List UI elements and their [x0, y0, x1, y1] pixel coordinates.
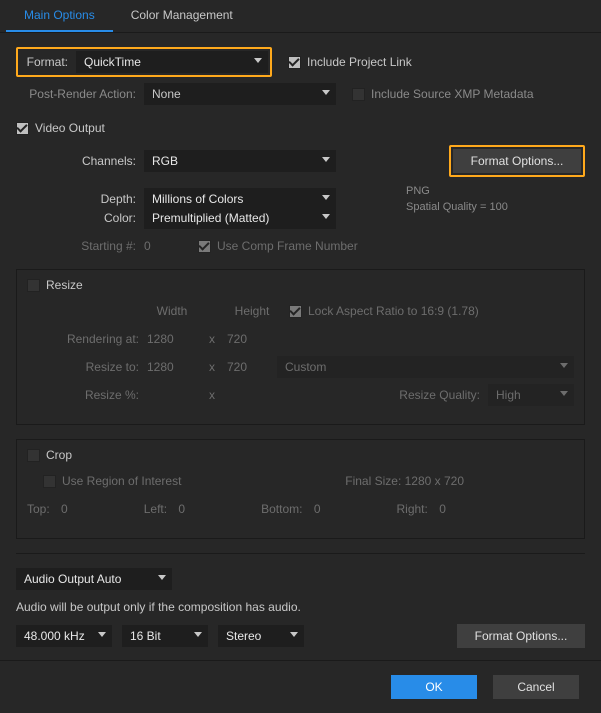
- format-highlight: Format: QuickTime: [16, 47, 272, 77]
- chevron-down-icon: [98, 632, 106, 637]
- format-label: Format:: [20, 55, 76, 69]
- resize-width: 1280: [147, 360, 197, 374]
- audio-rate-value: 48.000 kHz: [24, 629, 85, 643]
- resize-title: Resize: [46, 278, 83, 292]
- codec-info: PNG Spatial Quality = 100: [406, 183, 508, 215]
- output-module-settings: Main Options Color Management Format: Qu…: [0, 0, 601, 713]
- final-size: Final Size: 1280 x 720: [345, 474, 464, 488]
- chevron-down-icon: [194, 632, 202, 637]
- ok-button[interactable]: OK: [391, 675, 477, 699]
- resize-preset-value: Custom: [285, 360, 326, 374]
- crop-left-label: Left:: [144, 502, 175, 516]
- post-render-label: Post-Render Action:: [16, 87, 144, 101]
- resize-to-label: Resize to:: [27, 360, 147, 374]
- color-dropdown[interactable]: Premultiplied (Matted): [144, 207, 336, 229]
- channels-dropdown[interactable]: RGB: [144, 150, 336, 172]
- x-label: x: [197, 332, 227, 346]
- tab-bar: Main Options Color Management: [0, 0, 601, 33]
- crop-checkbox[interactable]: [27, 449, 40, 462]
- rendering-at-label: Rendering at:: [27, 332, 147, 346]
- depth-label: Depth:: [16, 192, 144, 206]
- use-roi-checkbox: [43, 475, 56, 488]
- chevron-down-icon: [560, 363, 568, 368]
- resize-checkbox[interactable]: [27, 279, 40, 292]
- tab-color-management[interactable]: Color Management: [113, 0, 251, 32]
- resize-width-header: Width: [147, 304, 197, 318]
- crop-bottom-label: Bottom:: [261, 502, 310, 516]
- post-render-dropdown[interactable]: None: [144, 83, 336, 105]
- x-label: x: [197, 388, 227, 402]
- chevron-down-icon: [322, 214, 330, 219]
- chevron-down-icon: [560, 391, 568, 396]
- tab-main-options[interactable]: Main Options: [6, 0, 113, 32]
- audio-output-value: Audio Output Auto: [24, 572, 121, 586]
- audio-output-dropdown[interactable]: Audio Output Auto: [16, 568, 172, 590]
- chevron-down-icon: [322, 195, 330, 200]
- use-comp-frame-label: Use Comp Frame Number: [217, 239, 358, 253]
- chevron-down-icon: [290, 632, 298, 637]
- resize-quality-dropdown: High: [488, 384, 574, 406]
- rendering-height: 720: [227, 332, 277, 346]
- resize-preset-dropdown: Custom: [277, 356, 574, 378]
- crop-top-value: 0: [61, 502, 68, 516]
- use-comp-frame-checkbox: [198, 240, 211, 253]
- channels-label: Channels:: [16, 154, 144, 168]
- format-dropdown[interactable]: QuickTime: [76, 51, 268, 73]
- resize-quality-value: High: [496, 388, 521, 402]
- format-options-highlight: Format Options...: [449, 145, 585, 177]
- starting-label: Starting #:: [16, 239, 144, 253]
- color-label: Color:: [16, 211, 144, 225]
- include-project-link-checkbox[interactable]: [288, 56, 301, 69]
- x-label: x: [197, 360, 227, 374]
- depth-value: Millions of Colors: [152, 192, 243, 206]
- audio-note: Audio will be output only if the composi…: [16, 600, 301, 614]
- crop-right-label: Right:: [397, 502, 436, 516]
- resize-section: Resize Width Height Lock Aspect Ratio to…: [16, 269, 585, 425]
- codec-quality: Spatial Quality = 100: [406, 199, 508, 215]
- use-roi-label: Use Region of Interest: [62, 474, 181, 488]
- lock-aspect-checkbox: [289, 305, 302, 318]
- resize-pct-label: Resize %:: [27, 388, 147, 402]
- audio-channels-dropdown[interactable]: Stereo: [218, 625, 304, 647]
- include-xmp-label: Include Source XMP Metadata: [371, 87, 534, 101]
- cancel-button[interactable]: Cancel: [493, 675, 579, 699]
- format-value: QuickTime: [84, 55, 141, 69]
- resize-height: 720: [227, 360, 277, 374]
- crop-right-value: 0: [439, 502, 446, 516]
- audio-rate-dropdown[interactable]: 48.000 kHz: [16, 625, 112, 647]
- rendering-width: 1280: [147, 332, 197, 346]
- dialog-footer: OK Cancel: [0, 660, 601, 713]
- chevron-down-icon: [322, 157, 330, 162]
- video-output-label: Video Output: [35, 121, 105, 135]
- include-project-link-label: Include Project Link: [307, 55, 412, 69]
- include-xmp-checkbox: [352, 88, 365, 101]
- post-render-value: None: [152, 87, 181, 101]
- starting-value: 0: [144, 239, 198, 253]
- crop-title: Crop: [46, 448, 72, 462]
- crop-left-value: 0: [178, 502, 185, 516]
- audio-depth-value: 16 Bit: [130, 629, 161, 643]
- audio-channels-value: Stereo: [226, 629, 261, 643]
- chevron-down-icon: [254, 58, 262, 63]
- crop-section: Crop Use Region of Interest Final Size: …: [16, 439, 585, 539]
- resize-quality-label: Resize Quality:: [399, 388, 488, 402]
- format-options-button[interactable]: Format Options...: [453, 149, 581, 173]
- color-value: Premultiplied (Matted): [152, 211, 269, 225]
- audio-depth-dropdown[interactable]: 16 Bit: [122, 625, 208, 647]
- chevron-down-icon: [158, 575, 166, 580]
- codec-name: PNG: [406, 183, 508, 199]
- audio-format-options-button[interactable]: Format Options...: [457, 624, 585, 648]
- crop-bottom-value: 0: [314, 502, 321, 516]
- crop-top-label: Top:: [27, 502, 58, 516]
- resize-height-header: Height: [227, 304, 277, 318]
- video-output-checkbox[interactable]: [16, 122, 29, 135]
- lock-aspect-label: Lock Aspect Ratio to 16:9 (1.78): [308, 304, 479, 318]
- channels-value: RGB: [152, 154, 178, 168]
- chevron-down-icon: [322, 90, 330, 95]
